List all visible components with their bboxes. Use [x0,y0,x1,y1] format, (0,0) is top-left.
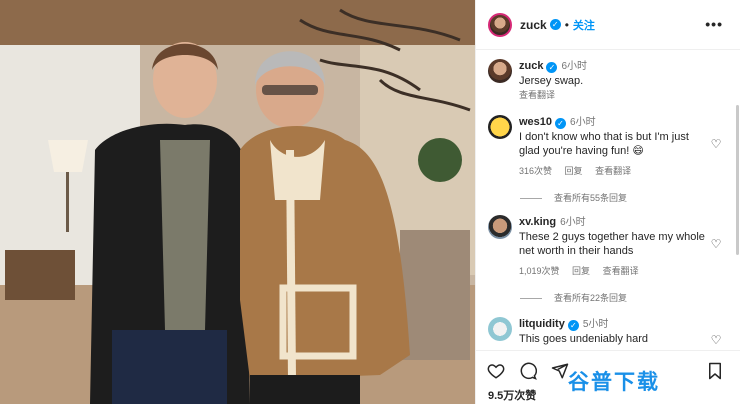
comment-time[interactable]: 6小时 [570,117,596,128]
reply-button[interactable]: 回复 [572,266,590,276]
comments-list[interactable]: zuck ✓ 6小时 Jersey swap. 查看翻译 wes10 ✓ 6小时 I d… [476,51,740,347]
watermark-text: 谷普下载 [568,370,660,394]
more-options-icon[interactable]: ••• [705,16,723,32]
heart-icon[interactable]: ♡ [709,137,723,151]
author-avatar[interactable] [488,12,512,37]
comment-item: xv.king 6小时 These 2 guys together have my… [488,215,723,285]
heart-icon[interactable]: ♡ [709,333,723,347]
view-replies-button[interactable]: 查看所有22条回复 [520,291,627,304]
verified-badge-icon: ✓ [546,62,558,73]
comment-icon[interactable] [518,361,538,381]
comment-time[interactable]: 6小时 [560,217,586,228]
verified-badge-icon: ✓ [567,320,579,331]
share-icon[interactable] [550,361,570,381]
comment-likes[interactable]: 316次赞 [519,166,552,176]
follow-button[interactable]: 关注 [573,17,595,33]
comment-meta: 1,019次赞 回复 查看翻译 [519,264,709,277]
watermark: 谷普下载 [568,366,660,396]
comment-time[interactable]: 5小时 [583,319,609,330]
comment-text: I don't know who that is but I'm just gl… [519,131,689,157]
comment-avatar[interactable] [488,115,512,139]
caption-time[interactable]: 6小时 [561,61,587,72]
comment-text: These 2 guys together have my whole net … [519,231,705,257]
comment-meta: 316次赞 回复 查看翻译 [519,164,709,177]
comment-avatar[interactable] [488,215,512,239]
comment-item: litquidity ✓ 5小时 This goes undeniably hard… [488,317,723,347]
caption-translate[interactable]: 查看翻译 [519,88,709,101]
reply-button[interactable]: 回复 [565,166,583,176]
verified-badge-icon: ✓ [549,19,561,30]
likes-count[interactable]: 9.5万次赞 [488,387,536,403]
heart-icon[interactable] [486,361,506,381]
header-separator: • [564,17,569,32]
translate-button[interactable]: 查看翻译 [603,266,639,276]
comment-username[interactable]: xv.king [519,216,556,228]
bookmark-icon[interactable] [705,361,725,381]
comment-avatar[interactable] [488,317,512,341]
translate-button[interactable]: 查看翻译 [595,166,631,176]
comment-text: This goes undeniably hard [519,333,649,345]
comment-item: wes10 ✓ 6小时 I don't know who that is but I… [488,115,723,185]
comment-username[interactable]: wes10 [519,116,552,128]
post-sidebar: zuck ✓ • 关注 ••• zuck ✓ 6小时 Jersey swap. 查看… [475,0,740,404]
heart-icon[interactable]: ♡ [709,237,723,251]
photo-illustration [0,0,475,404]
view-replies-button[interactable]: 查看所有55条回复 [520,191,627,204]
comment-username[interactable]: litquidity [519,318,565,330]
caption-avatar[interactable] [488,59,512,83]
caption-username[interactable]: zuck [519,60,543,72]
verified-badge-icon: ✓ [555,118,567,129]
author-username[interactable]: zuck [520,18,547,32]
post-header: zuck ✓ • 关注 ••• [476,0,740,50]
post-photo [0,0,475,404]
caption: zuck ✓ 6小时 Jersey swap. 查看翻译 [488,59,723,101]
comments-scrollbar[interactable] [736,105,739,255]
caption-text: Jersey swap. [519,75,584,87]
comment-likes[interactable]: 1,019次赞 [519,266,560,276]
